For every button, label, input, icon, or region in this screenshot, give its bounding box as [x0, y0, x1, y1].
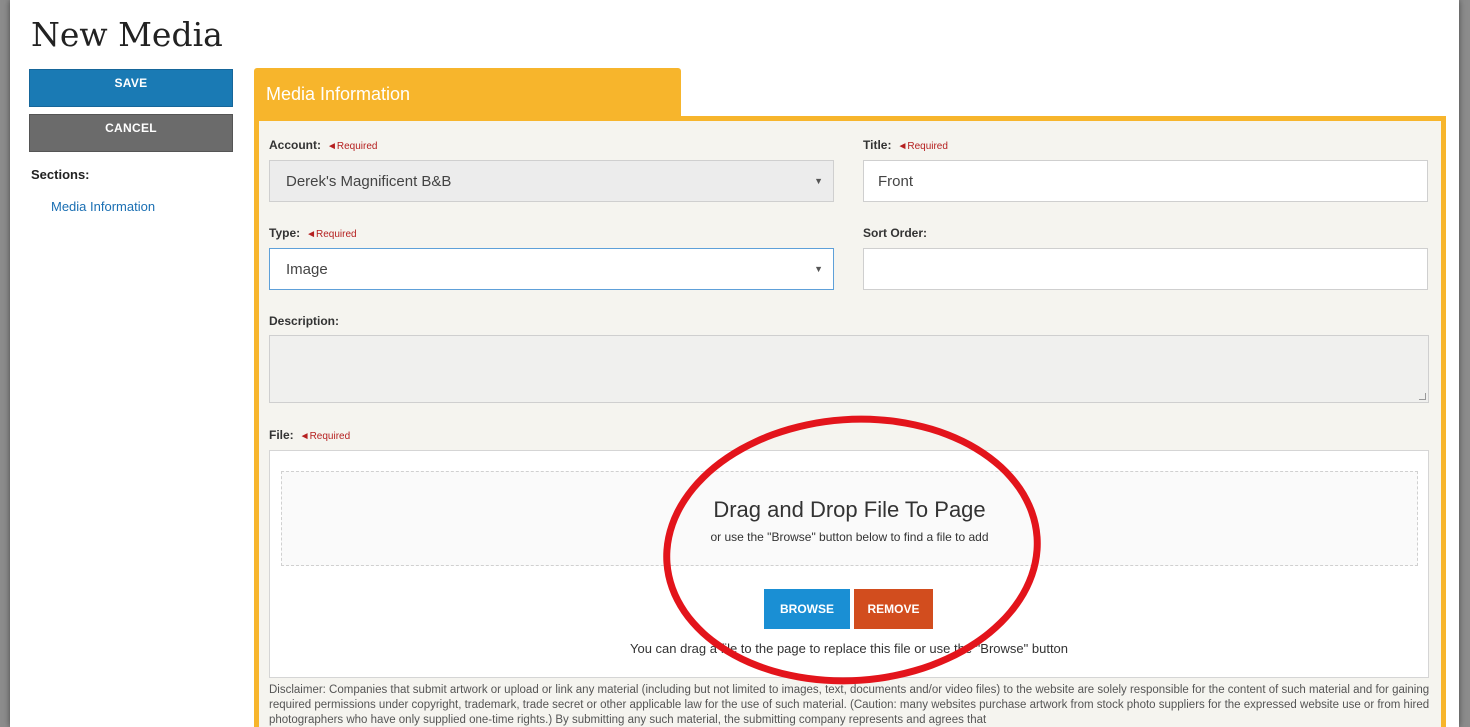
title-label-text: Title: — [863, 138, 892, 152]
type-value: Image — [286, 260, 328, 278]
browse-button[interactable]: BROWSE — [764, 589, 850, 629]
file-label: File: ◄Required — [269, 428, 350, 442]
file-label-text: File: — [269, 428, 294, 442]
page-title: New Media — [31, 15, 223, 54]
sort-order-input[interactable] — [863, 248, 1428, 290]
title-input[interactable]: Front — [863, 160, 1428, 202]
sections-label: Sections: — [31, 167, 90, 182]
type-required: ◄Required — [306, 229, 357, 240]
save-button[interactable]: SAVE — [29, 69, 233, 107]
drop-zone[interactable]: Drag and Drop File To Page or use the "B… — [281, 471, 1418, 566]
account-required: ◄Required — [327, 141, 378, 152]
chevron-down-icon: ▼ — [814, 264, 823, 274]
title-label: Title: ◄Required — [863, 138, 948, 152]
drop-subtitle: or use the "Browse" button below to find… — [710, 530, 989, 544]
drop-title: Drag and Drop File To Page — [713, 497, 986, 522]
disclaimer-text: Disclaimer: Companies that submit artwor… — [269, 684, 1430, 726]
tab-media-information[interactable]: Media Information — [254, 68, 681, 116]
account-value: Derek's Magnificent B&B — [286, 172, 452, 190]
account-label-text: Account: — [269, 138, 321, 152]
tab-label: Media Information — [266, 84, 411, 104]
file-required: ◄Required — [299, 431, 351, 442]
remove-button[interactable]: REMOVE — [854, 589, 933, 629]
title-required: ◄Required — [897, 141, 948, 152]
account-select[interactable]: Derek's Magnificent B&B ▼ — [269, 160, 834, 202]
file-upload-area[interactable]: Drag and Drop File To Page or use the "B… — [269, 450, 1429, 678]
description-textarea[interactable] — [269, 335, 1429, 403]
cancel-button[interactable]: CANCEL — [29, 114, 233, 152]
account-label: Account: ◄Required — [269, 138, 377, 152]
page: New Media SAVE CANCEL Sections: Media In… — [10, 0, 1459, 727]
resize-grip-icon[interactable] — [1419, 393, 1426, 400]
type-label-text: Type: — [269, 226, 301, 240]
chevron-down-icon: ▼ — [814, 176, 823, 186]
sidebar-item-media-information[interactable]: Media Information — [51, 199, 155, 214]
sort-order-label: Sort Order: — [863, 226, 928, 240]
type-label: Type: ◄Required — [269, 226, 357, 240]
file-hint: You can drag a file to the page to repla… — [629, 641, 1069, 656]
type-select[interactable]: Image ▼ — [269, 248, 834, 290]
description-label: Description: — [269, 314, 340, 328]
